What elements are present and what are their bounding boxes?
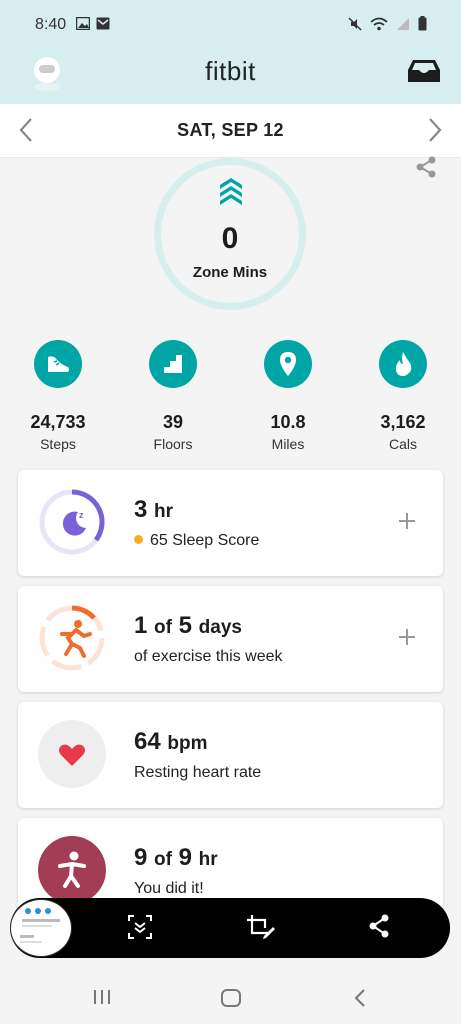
hourly-count: 9 xyxy=(134,844,148,871)
gallery-icon xyxy=(76,17,90,30)
heart-bpm: 64 xyxy=(134,728,161,755)
crop-edit-button[interactable] xyxy=(246,914,276,945)
plus-icon xyxy=(399,513,415,529)
sleep-score: 65 Sleep Score xyxy=(134,532,259,550)
mute-icon xyxy=(348,16,362,31)
heart-rate-subtitle: Resting heart rate xyxy=(134,764,262,781)
sleep-hours: 3 xyxy=(134,496,148,523)
heart-icon xyxy=(38,720,106,788)
heart-unit: bpm xyxy=(167,733,208,754)
person-active-icon xyxy=(38,836,106,904)
share-capture-button[interactable] xyxy=(368,914,390,943)
stat-value: 39 xyxy=(162,412,184,432)
flame-icon xyxy=(379,340,427,388)
sleep-progress-icon: z xyxy=(39,489,105,555)
status-time: 8:40 xyxy=(35,16,67,33)
location-pin-icon xyxy=(264,340,312,388)
zone-minutes-value: 0 xyxy=(221,222,239,255)
stat-floors[interactable]: 39 Floors xyxy=(125,340,221,452)
stat-calories[interactable]: 3,162 Cals xyxy=(355,340,451,452)
add-sleep-button[interactable] xyxy=(397,511,417,536)
shoe-icon xyxy=(34,340,82,388)
crop-edit-icon xyxy=(247,915,275,939)
hourly-value: 9 of 9 hr xyxy=(134,844,218,872)
stat-miles[interactable]: 10.8 Miles xyxy=(240,340,336,452)
share-icon xyxy=(369,914,389,938)
inbox-icon xyxy=(408,60,440,82)
home-icon xyxy=(221,989,241,1007)
signal-icon xyxy=(397,17,409,30)
svg-text:z: z xyxy=(79,510,84,520)
mail-icon xyxy=(96,17,110,30)
exercise-unit: days xyxy=(198,617,242,638)
stat-label: Steps xyxy=(40,436,76,452)
stat-label: Miles xyxy=(271,436,305,452)
stat-steps[interactable]: 24,733 Steps xyxy=(10,340,106,452)
chevron-right-icon xyxy=(429,118,442,142)
stairs-icon xyxy=(149,340,197,388)
app-header: fitbit xyxy=(0,46,461,104)
hourly-goal: 9 xyxy=(178,844,192,871)
recent-apps-icon xyxy=(94,990,110,1004)
exercise-subtitle: of exercise this week xyxy=(134,648,283,665)
sleep-card[interactable]: z 3 hr 65 Sleep Score xyxy=(18,470,443,576)
stat-value: 10.8 xyxy=(270,412,306,432)
date-label: SAT, SEP 12 xyxy=(177,120,284,140)
exercise-progress-icon xyxy=(39,605,105,671)
app-title: fitbit xyxy=(205,56,256,86)
share-button[interactable] xyxy=(415,156,437,183)
thumbnail-preview-icon xyxy=(14,903,68,953)
recent-apps-button[interactable] xyxy=(92,988,112,1011)
sleep-score-dot xyxy=(134,535,143,544)
share-icon xyxy=(416,156,436,178)
scroll-capture-button[interactable] xyxy=(127,914,153,945)
system-nav-bar xyxy=(0,970,461,1024)
sleep-unit: hr xyxy=(154,501,174,522)
home-button[interactable] xyxy=(220,988,242,1013)
stat-value: 24,733 xyxy=(30,412,86,432)
exercise-goal: 5 xyxy=(178,612,192,639)
next-day-button[interactable] xyxy=(425,116,445,149)
screenshot-thumbnail[interactable] xyxy=(11,900,71,956)
battery-icon xyxy=(418,16,427,31)
scroll-capture-icon xyxy=(128,915,152,939)
plus-icon xyxy=(399,629,415,645)
status-bar: 8:40 xyxy=(0,0,461,46)
exercise-days: 1 of 5 days xyxy=(134,612,242,640)
add-exercise-button[interactable] xyxy=(397,627,417,652)
sleep-duration: 3 hr xyxy=(134,496,173,524)
stat-label: Floors xyxy=(153,436,193,452)
stat-value: 3,162 xyxy=(380,412,426,432)
hourly-subtitle: You did it! xyxy=(134,880,204,897)
inbox-button[interactable] xyxy=(407,58,441,89)
exercise-of: of xyxy=(154,617,172,638)
back-icon xyxy=(354,989,365,1007)
hourly-unit: hr xyxy=(198,849,218,870)
hourly-of: of xyxy=(154,849,172,870)
heart-rate-card[interactable]: 64 bpm Resting heart rate xyxy=(18,702,443,808)
exercise-card[interactable]: 1 of 5 days of exercise this week xyxy=(18,586,443,692)
zone-arrows-icon xyxy=(220,178,242,205)
exercise-count: 1 xyxy=(134,612,148,639)
wifi-icon xyxy=(370,17,388,30)
zone-minutes-label: Zone Mins xyxy=(192,264,268,281)
date-navigation: SAT, SEP 12 xyxy=(0,104,461,158)
sleep-score-text: 65 Sleep Score xyxy=(150,532,260,549)
heart-rate-value: 64 bpm xyxy=(134,728,207,756)
back-button[interactable] xyxy=(352,988,368,1013)
stat-label: Cals xyxy=(388,436,417,452)
